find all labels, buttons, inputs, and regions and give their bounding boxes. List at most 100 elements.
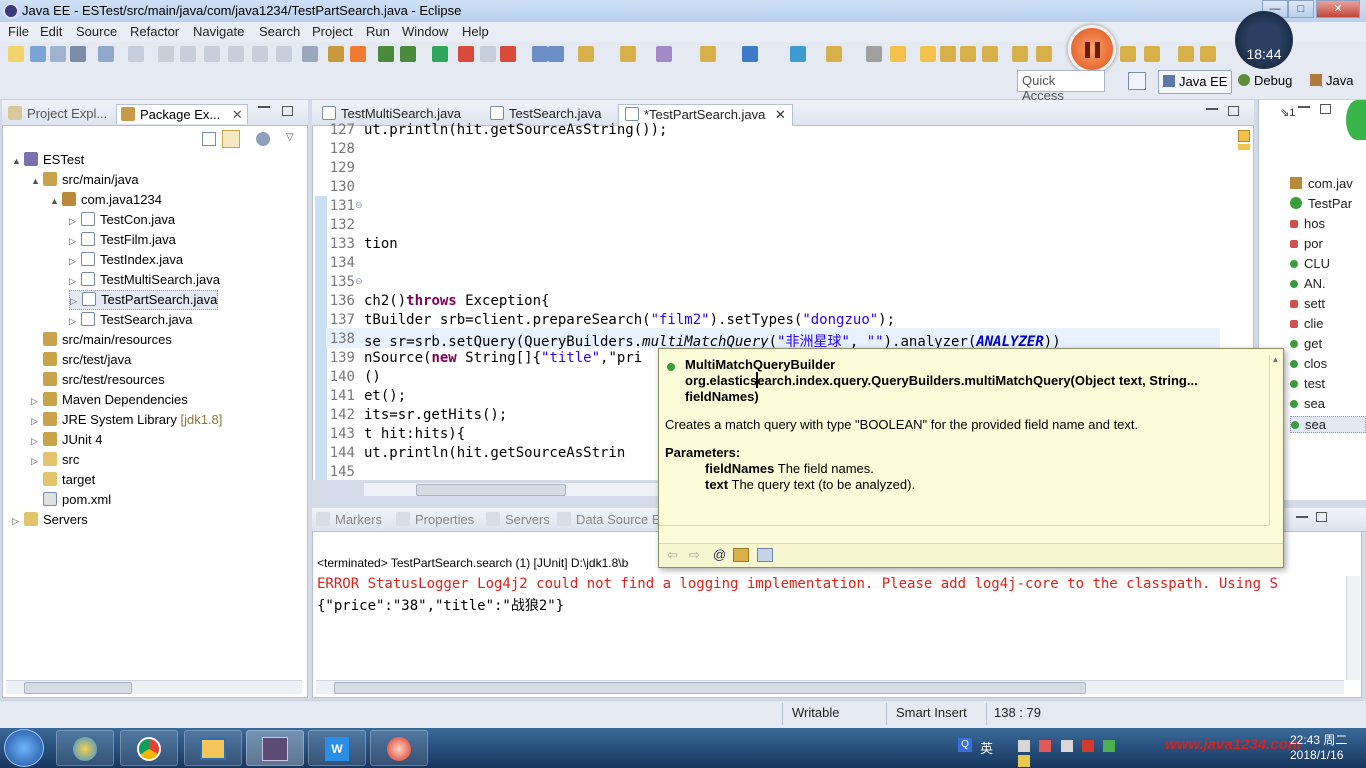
fold-icon[interactable]: ⊖ xyxy=(355,276,363,287)
tab-data-source[interactable]: Data Source E xyxy=(557,512,661,527)
close-tab-icon[interactable]: ✕ xyxy=(775,107,786,122)
toolbar-nav-icon[interactable] xyxy=(940,46,956,62)
toolbar-button-icon[interactable] xyxy=(128,46,144,62)
expand-icon[interactable]: ▷ xyxy=(69,231,81,251)
start-button[interactable] xyxy=(4,729,44,767)
toolbar-button-icon[interactable] xyxy=(790,46,806,62)
minimize-view-icon[interactable] xyxy=(258,106,270,108)
open-declaration-icon[interactable] xyxy=(733,548,749,562)
toolbar-button-icon[interactable] xyxy=(350,46,366,62)
menu-source[interactable]: Source xyxy=(76,24,117,39)
toolbar-button-icon[interactable] xyxy=(276,46,292,62)
outline-item[interactable]: sett xyxy=(1290,296,1366,311)
left-hscrollbar[interactable] xyxy=(6,680,302,694)
taskbar-app-bird-icon[interactable] xyxy=(56,730,114,766)
tab-properties[interactable]: Properties xyxy=(396,512,474,527)
tree-item[interactable]: ▷ TestIndex.java xyxy=(69,250,183,270)
menu-navigate[interactable]: Navigate xyxy=(193,24,244,39)
toolbar-button-icon[interactable] xyxy=(656,46,672,62)
outline-item[interactable]: get xyxy=(1290,336,1366,351)
toolbar-nav-icon[interactable] xyxy=(1178,46,1194,62)
toolbar-button-icon[interactable] xyxy=(480,46,496,62)
taskbar-snail-icon[interactable] xyxy=(370,730,428,766)
link-editor-icon[interactable] xyxy=(222,130,240,148)
tree-item[interactable]: ▷ TestPartSearch.java xyxy=(69,290,219,310)
outline-item[interactable]: clie xyxy=(1290,316,1366,331)
taskbar-explorer-icon[interactable] xyxy=(184,730,242,766)
left-hscroll-thumb[interactable] xyxy=(24,682,132,694)
editor-maximize-icon[interactable] xyxy=(1228,106,1239,116)
back-icon[interactable]: ⇦ xyxy=(667,547,678,563)
expand-icon[interactable]: ▷ xyxy=(69,251,81,271)
outline-tab[interactable]: ⇘1 xyxy=(1280,106,1295,119)
tree-item[interactable]: ▷ JRE System Library [jdk1.8] xyxy=(31,410,222,430)
expand-icon[interactable]: ▷ xyxy=(31,451,43,471)
toolbar-nav-icon[interactable] xyxy=(982,46,998,62)
toolbar-button-icon[interactable] xyxy=(328,46,344,62)
toolbar-button-icon[interactable] xyxy=(204,46,220,62)
menu-file[interactable]: File xyxy=(8,24,29,39)
toolbar-button-icon[interactable] xyxy=(400,46,416,62)
toolbar-nav-icon[interactable] xyxy=(1012,46,1028,62)
collapse-all-icon[interactable] xyxy=(202,132,216,146)
taskbar-w-icon[interactable]: W xyxy=(308,730,366,766)
menu-window[interactable]: Window xyxy=(402,24,448,39)
toolbar-nav-icon[interactable] xyxy=(1200,46,1216,62)
toolbar-button-icon[interactable] xyxy=(700,46,716,62)
console-hscroll-thumb[interactable] xyxy=(334,682,1086,694)
toolbar-button-icon[interactable] xyxy=(8,46,24,62)
outline-item[interactable]: test xyxy=(1290,376,1366,391)
toolbar-nav-icon[interactable] xyxy=(1036,46,1052,62)
menu-edit[interactable]: Edit xyxy=(40,24,62,39)
console-maximize-icon[interactable] xyxy=(1316,512,1327,522)
toolbar-button-icon[interactable] xyxy=(50,46,66,62)
tree-item[interactable]: src/main/resources xyxy=(31,330,172,350)
toolbar-button-icon[interactable] xyxy=(578,46,594,62)
perspective-debug[interactable]: Debug xyxy=(1234,70,1296,94)
perspective-java-ee[interactable]: Java EE xyxy=(1158,70,1233,94)
expand-icon[interactable]: ▲ xyxy=(12,151,24,171)
tab-markers[interactable]: Markers xyxy=(316,512,382,527)
tree-item[interactable]: ▲ com.java1234 xyxy=(50,190,162,210)
forward-icon[interactable]: ⇨ xyxy=(689,547,700,563)
outline-item[interactable]: sea xyxy=(1290,416,1366,433)
menu-run[interactable]: Run xyxy=(366,24,390,39)
fold-icon[interactable]: ⊖ xyxy=(355,200,363,211)
tree-item[interactable]: ▷ Servers xyxy=(12,510,88,530)
toolbar-button-icon[interactable] xyxy=(228,46,244,62)
taskbar-eclipse-icon[interactable] xyxy=(246,730,304,766)
outline-minimize-icon[interactable] xyxy=(1298,106,1310,108)
open-perspective-icon[interactable] xyxy=(1128,72,1146,90)
toolbar-button-icon[interactable] xyxy=(826,46,842,62)
menu-help[interactable]: Help xyxy=(462,24,489,39)
editor-minimize-icon[interactable] xyxy=(1206,108,1218,110)
menu-project[interactable]: Project xyxy=(312,24,352,39)
outline-item[interactable]: sea xyxy=(1290,396,1366,411)
toolbar-button-icon[interactable] xyxy=(252,46,268,62)
tree-item[interactable]: ▲ ESTest xyxy=(12,150,84,170)
focus-task-icon[interactable] xyxy=(256,132,270,146)
outline-item[interactable]: hos xyxy=(1290,216,1366,231)
toolbar-nav-icon[interactable] xyxy=(1120,46,1136,62)
taskbar-chrome-icon[interactable] xyxy=(120,730,178,766)
tree-item[interactable]: src/test/java xyxy=(31,350,131,370)
toolbar-button-icon[interactable] xyxy=(620,46,636,62)
outline-item[interactable]: clos xyxy=(1290,356,1366,371)
toolbar-button-icon[interactable] xyxy=(378,46,394,62)
close-button[interactable]: ✕ xyxy=(1316,0,1360,18)
view-menu-icon[interactable]: ▽ xyxy=(286,132,294,143)
expand-icon[interactable]: ▷ xyxy=(69,311,81,331)
toolbar-button-icon[interactable] xyxy=(866,46,882,62)
ime-language[interactable]: 英 xyxy=(980,738,993,757)
toolbar-button-icon[interactable] xyxy=(98,46,114,62)
tree-item[interactable]: pom.xml xyxy=(31,490,111,510)
toolbar-button-icon[interactable] xyxy=(158,46,174,62)
maximize-view-icon[interactable] xyxy=(282,106,293,116)
expand-icon[interactable]: ▷ xyxy=(69,271,81,291)
console-minimize-icon[interactable] xyxy=(1296,516,1308,518)
toolbar-button-icon[interactable] xyxy=(890,46,906,62)
tree-item[interactable]: ▷ JUnit 4 xyxy=(31,430,102,450)
tree-item[interactable]: ▷ src xyxy=(31,450,79,470)
toolbar-button-icon[interactable] xyxy=(302,46,318,62)
expand-icon[interactable]: ▷ xyxy=(31,431,43,451)
